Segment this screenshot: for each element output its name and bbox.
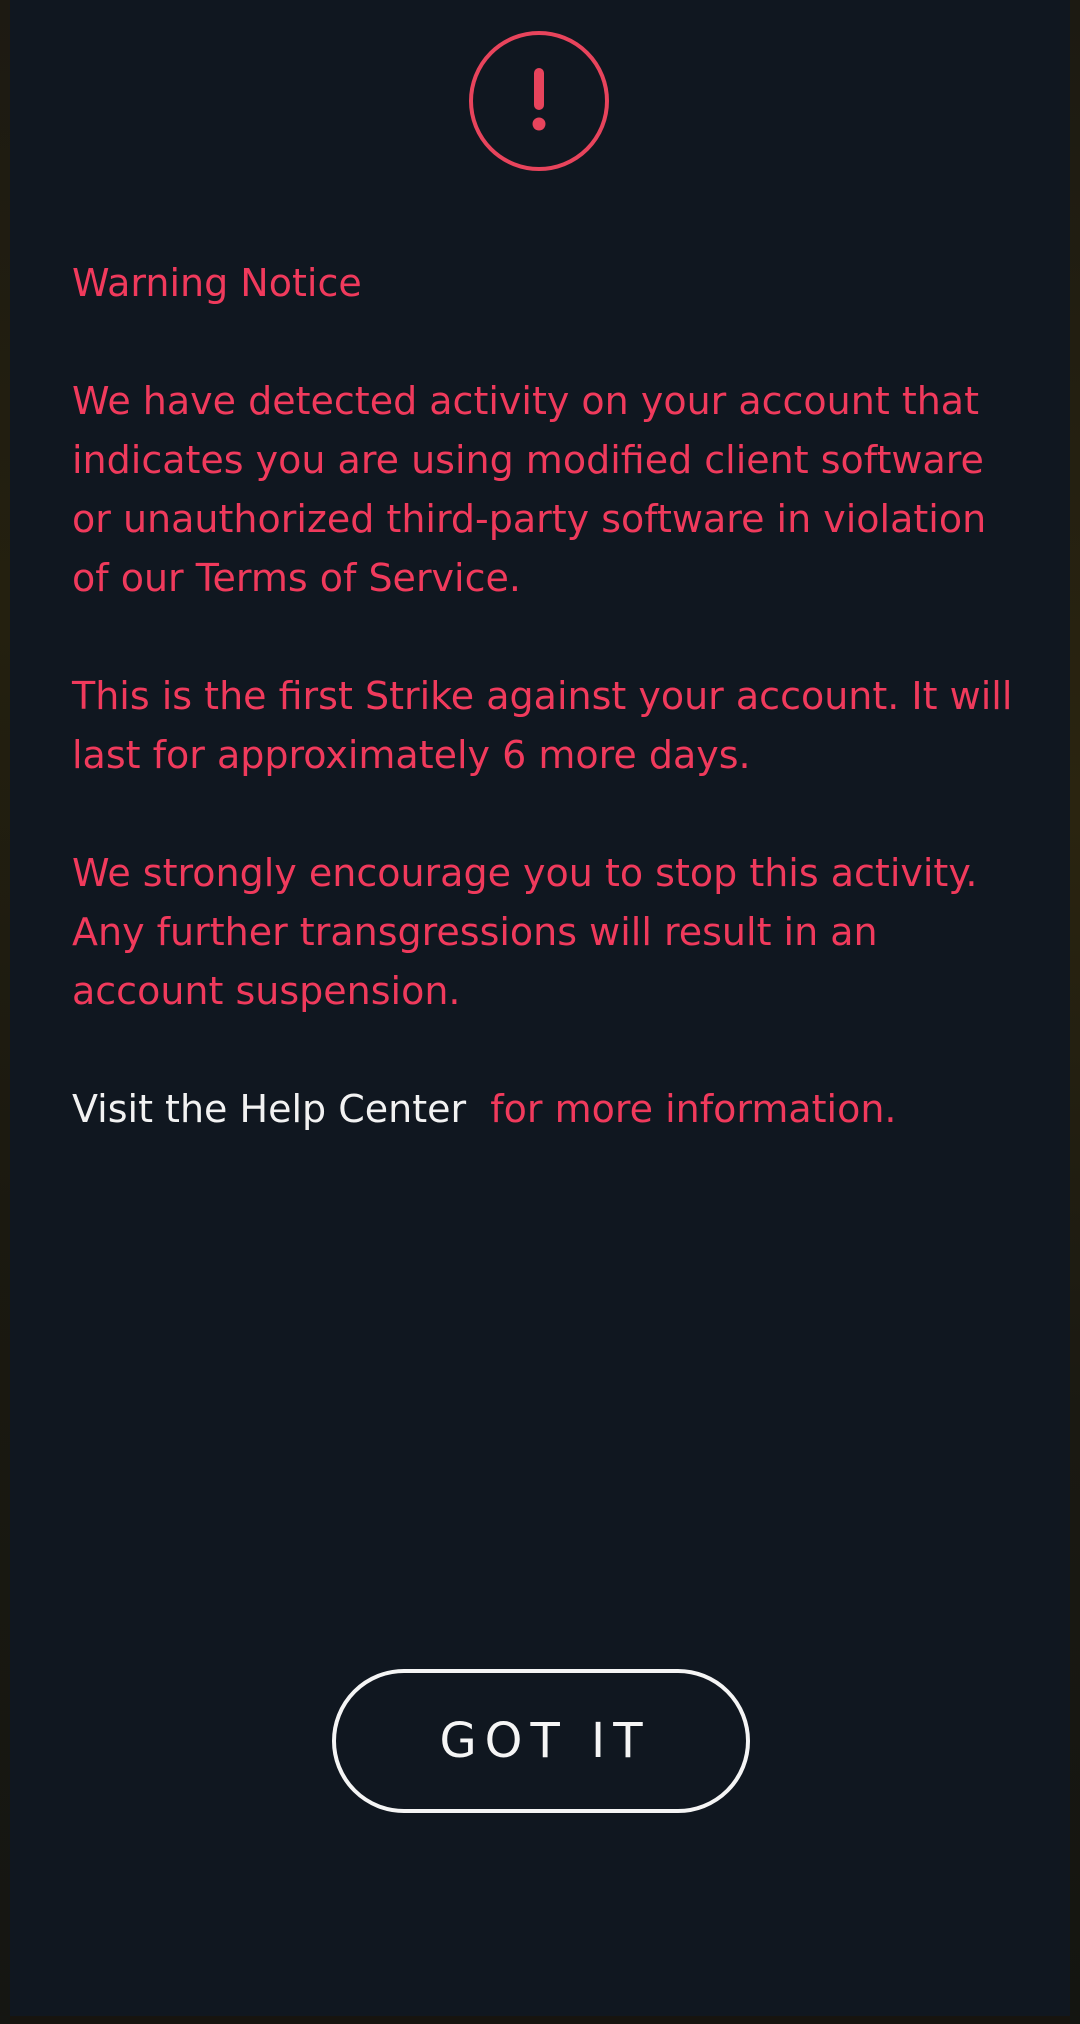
violation-paragraph: We have detected activity on your accoun…	[72, 372, 1032, 608]
background-right-edge	[1070, 0, 1080, 2024]
terms-of-service-link[interactable]: Terms of Service	[196, 556, 509, 600]
got-it-button[interactable]: GOT IT	[332, 1669, 750, 1813]
exclamation-glyph	[532, 68, 546, 131]
warning-message: Warning Notice We have detected activity…	[72, 254, 1032, 1139]
strike-paragraph: This is the first Strike against your ac…	[72, 674, 1013, 777]
exclamation-icon	[469, 31, 609, 171]
dialog-title: Warning Notice	[72, 261, 362, 305]
got-it-label: GOT IT	[439, 1713, 651, 1769]
violation-period: .	[508, 556, 521, 600]
help-paragraph: Visit the Help Center for more informati…	[72, 1080, 1032, 1139]
background-left-edge	[0, 0, 10, 2024]
warning-dialog: Warning Notice We have detected activity…	[10, 0, 1070, 2016]
help-center-link[interactable]: Visit the Help Center	[72, 1087, 466, 1131]
help-suffix-text: for more information.	[466, 1087, 897, 1131]
encourage-paragraph: We strongly encourage you to stop this a…	[72, 851, 978, 1013]
